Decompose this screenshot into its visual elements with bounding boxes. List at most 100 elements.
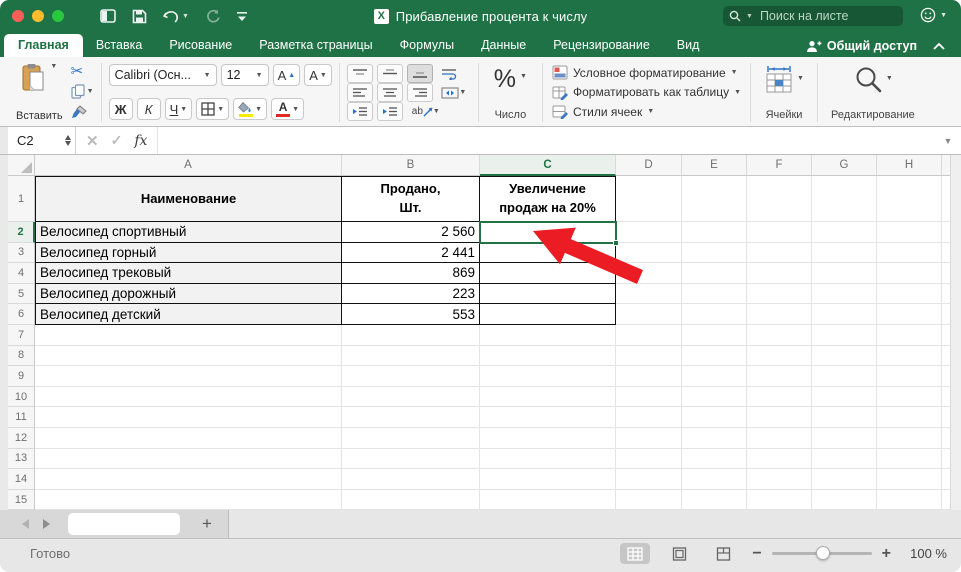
cell-H10[interactable] — [877, 386, 942, 408]
confirm-entry-button[interactable]: ✓ — [111, 132, 123, 149]
cell-C10[interactable] — [480, 386, 616, 408]
cell-C11[interactable] — [480, 407, 616, 428]
cell-D6[interactable] — [616, 304, 682, 325]
paste-dropdown-caret[interactable]: ▼ — [50, 63, 57, 70]
cell-H7[interactable] — [877, 324, 942, 346]
cell-D9[interactable] — [616, 366, 682, 387]
cell-D8[interactable] — [616, 345, 682, 367]
copy-button[interactable]: ▼ — [71, 83, 94, 101]
cell-A12[interactable] — [35, 427, 342, 449]
cell-E13[interactable] — [682, 448, 747, 470]
column-header-D[interactable]: D — [616, 155, 682, 176]
cell-B12[interactable] — [342, 427, 480, 449]
cell-B15[interactable] — [342, 489, 480, 510]
cell-G3[interactable] — [812, 242, 877, 264]
normal-view-button[interactable] — [620, 543, 651, 564]
cell-F2[interactable] — [747, 222, 812, 243]
collapse-ribbon-icon[interactable] — [933, 42, 945, 50]
row-header-1[interactable]: 1 — [8, 176, 35, 222]
editing-group[interactable]: ▼ Редактирование — [825, 61, 921, 124]
cell-D15[interactable] — [616, 489, 682, 510]
cell-G2[interactable] — [812, 222, 877, 243]
row-header-11[interactable]: 11 — [8, 407, 35, 428]
page-break-view-button[interactable] — [708, 543, 738, 564]
align-bottom-button[interactable] — [406, 64, 433, 83]
cell-E9[interactable] — [682, 366, 747, 387]
cell-E6[interactable] — [682, 304, 747, 325]
cell-B1[interactable]: Продано, Шт. — [342, 176, 480, 222]
increase-indent-button[interactable] — [376, 102, 403, 121]
paste-button[interactable]: ▼ Вставить — [14, 61, 65, 124]
tab-insert[interactable]: Вставка — [96, 34, 142, 57]
text-orientation-button[interactable]: ab ▼ — [407, 102, 445, 121]
tab-formulas[interactable]: Формулы — [400, 34, 454, 57]
row-header-4[interactable]: 4 — [8, 263, 35, 284]
name-box-spinner[interactable] — [65, 135, 71, 146]
add-sheet-button[interactable]: + — [202, 514, 212, 534]
cell-H13[interactable] — [877, 448, 942, 470]
vertical-scrollbar[interactable] — [950, 155, 961, 510]
cell-G8[interactable] — [812, 345, 877, 367]
cell-E15[interactable] — [682, 489, 747, 510]
cell-B9[interactable] — [342, 366, 480, 387]
cell-A7[interactable] — [35, 324, 342, 346]
cell-A1[interactable]: Наименование — [35, 176, 342, 222]
cell-B7[interactable] — [342, 324, 480, 346]
cell-D13[interactable] — [616, 448, 682, 470]
cell-A5[interactable]: Велосипед дорожный — [35, 283, 342, 305]
font-size-select[interactable]: 12 ▼ — [220, 64, 269, 86]
zoom-out-button[interactable]: − — [752, 545, 761, 562]
cell-B13[interactable] — [342, 448, 480, 470]
cell-B8[interactable] — [342, 345, 480, 367]
column-header-A[interactable]: A — [35, 155, 342, 176]
number-format-button[interactable]: % ▼ — [494, 65, 527, 94]
cell-C4[interactable] — [480, 263, 616, 284]
cell-H3[interactable] — [877, 242, 942, 264]
align-top-button[interactable] — [346, 64, 373, 83]
merge-center-button[interactable]: ▼ — [437, 83, 471, 102]
decrease-font-button[interactable]: A ▼ — [304, 64, 332, 86]
formula-input[interactable] — [157, 127, 935, 154]
conditional-formatting-button[interactable]: Условное форматирование ▼ — [552, 65, 741, 80]
cell-F7[interactable] — [747, 324, 812, 346]
row-header-7[interactable]: 7 — [8, 324, 35, 346]
cell-D1[interactable] — [616, 176, 682, 222]
cell-F1[interactable] — [747, 176, 812, 222]
cell-G9[interactable] — [812, 366, 877, 387]
cell-H2[interactable] — [877, 222, 942, 243]
cell-G4[interactable] — [812, 263, 877, 284]
borders-button[interactable]: ▼ — [196, 98, 230, 120]
cell-D5[interactable] — [616, 283, 682, 305]
font-color-button[interactable]: А ▼ — [271, 98, 304, 120]
cell-H1[interactable] — [877, 176, 942, 222]
cell-H12[interactable] — [877, 427, 942, 449]
row-header-15[interactable]: 15 — [8, 489, 35, 510]
cell-F6[interactable] — [747, 304, 812, 325]
zoom-slider-thumb[interactable] — [815, 546, 830, 560]
cell-C14[interactable] — [480, 469, 616, 490]
column-header-G[interactable]: G — [812, 155, 877, 176]
cell-G5[interactable] — [812, 283, 877, 305]
cell-C8[interactable] — [480, 345, 616, 367]
row-header-3[interactable]: 3 — [8, 242, 35, 264]
copy-dropdown-caret[interactable]: ▼ — [87, 88, 94, 95]
redo-button[interactable] — [205, 9, 220, 24]
zoom-in-button[interactable]: + — [882, 545, 891, 562]
cell-D12[interactable] — [616, 427, 682, 449]
font-name-select[interactable]: Calibri (Осн... ▼ — [108, 64, 217, 86]
row-header-2[interactable]: 2 — [8, 222, 35, 243]
cell-G14[interactable] — [812, 469, 877, 490]
cell-H14[interactable] — [877, 469, 942, 490]
cell-E8[interactable] — [682, 345, 747, 367]
cell-D10[interactable] — [616, 386, 682, 408]
cells-group[interactable]: ▼ Ячейки — [758, 61, 810, 124]
cell-A6[interactable]: Велосипед детский — [35, 304, 342, 325]
cell-B14[interactable] — [342, 469, 480, 490]
format-as-table-button[interactable]: Форматировать как таблицу ▼ — [552, 85, 741, 100]
underline-button[interactable]: Ч ▼ — [164, 98, 193, 120]
search-input[interactable]: ▼ Поиск на листе — [723, 6, 903, 26]
row-header-10[interactable]: 10 — [8, 386, 35, 408]
close-window-button[interactable] — [12, 10, 24, 22]
cell-D14[interactable] — [616, 469, 682, 490]
cell-H9[interactable] — [877, 366, 942, 387]
